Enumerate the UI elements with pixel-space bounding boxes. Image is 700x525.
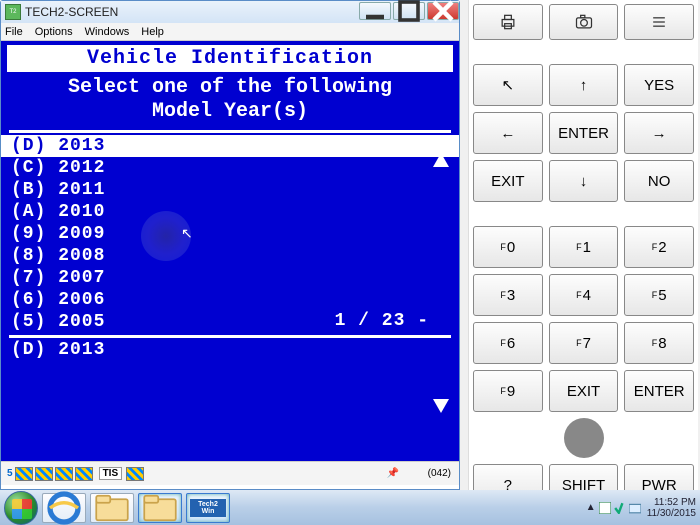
clock-time: 11:52 PM bbox=[647, 497, 696, 508]
joystick-icon[interactable] bbox=[564, 418, 604, 458]
start-button[interactable] bbox=[4, 491, 38, 525]
left-button[interactable]: ← bbox=[473, 112, 543, 154]
f1-button[interactable]: F1 bbox=[549, 226, 619, 268]
f-enter-button[interactable]: ENTER bbox=[624, 370, 694, 412]
f6-button[interactable]: F6 bbox=[473, 322, 543, 364]
list-button[interactable] bbox=[624, 4, 694, 40]
titlebar[interactable]: T2 TECH2-SCREEN bbox=[1, 1, 459, 23]
enter-button[interactable]: ENTER bbox=[549, 112, 619, 154]
app-icon: T2 bbox=[5, 4, 21, 20]
list-item[interactable]: (8) 2008 bbox=[1, 245, 459, 267]
list-item[interactable]: (A) 2010 bbox=[1, 201, 459, 223]
footer-selection: (D) 2013 bbox=[1, 338, 459, 362]
menubar: File Options Windows Help bbox=[1, 23, 459, 41]
f0-button[interactable]: F0 bbox=[473, 226, 543, 268]
menu-windows[interactable]: Windows bbox=[85, 26, 130, 38]
print-button[interactable] bbox=[473, 4, 543, 40]
right-button[interactable]: → bbox=[624, 112, 694, 154]
system-tray[interactable]: ▲ 11:52 PM 11/30/2015 bbox=[586, 497, 696, 519]
minimize-button[interactable] bbox=[359, 2, 391, 20]
menu-options[interactable]: Options bbox=[35, 26, 73, 38]
f4-button[interactable]: F4 bbox=[549, 274, 619, 316]
taskbar-ie-icon[interactable] bbox=[42, 493, 86, 523]
camera-button[interactable] bbox=[549, 4, 619, 40]
scroll-up-icon[interactable] bbox=[433, 153, 449, 167]
exit-button[interactable]: EXIT bbox=[473, 160, 543, 202]
device-screen: Vehicle Identification Select one of the… bbox=[1, 41, 459, 461]
list-item[interactable]: (B) 2011 bbox=[1, 179, 459, 201]
maximize-button[interactable] bbox=[393, 2, 425, 20]
model-year-list: (D) 2013(C) 2012(B) 2011(A) 2010(9) 2009… bbox=[1, 135, 459, 333]
clock-date: 11/30/2015 bbox=[647, 508, 696, 519]
list-item[interactable]: (9) 2009 bbox=[1, 223, 459, 245]
yes-button[interactable]: YES bbox=[624, 64, 694, 106]
f9-button[interactable]: F9 bbox=[473, 370, 543, 412]
tray-flag-icon[interactable]: ▲ bbox=[586, 502, 596, 513]
taskbar-tech2win[interactable]: Tech2 Win bbox=[186, 493, 230, 523]
app-window: T2 TECH2-SCREEN File Options Windows Hel… bbox=[0, 0, 460, 490]
f3-button[interactable]: F3 bbox=[473, 274, 543, 316]
diag-button[interactable]: ↖ bbox=[473, 64, 543, 106]
list-item[interactable]: (C) 2012 bbox=[1, 157, 459, 179]
no-button[interactable]: NO bbox=[624, 160, 694, 202]
keypad: ↖ ↑ YES ← ENTER → EXIT ↓ NO F0 F1 F2 F3 … bbox=[468, 0, 698, 490]
list-item[interactable]: (6) 2006 bbox=[1, 289, 459, 311]
down-button[interactable]: ↓ bbox=[549, 160, 619, 202]
list-item[interactable]: (7) 2007 bbox=[1, 267, 459, 289]
f7-button[interactable]: F7 bbox=[549, 322, 619, 364]
taskbar-explorer-open[interactable] bbox=[138, 493, 182, 523]
list-item[interactable]: (D) 2013 bbox=[1, 135, 459, 157]
up-button[interactable]: ↑ bbox=[549, 64, 619, 106]
taskbar: Tech2 Win ▲ 11:52 PM 11/30/2015 bbox=[0, 490, 700, 525]
scroll-down-icon[interactable] bbox=[433, 399, 449, 413]
screen-subheader: Select one of the following Model Year(s… bbox=[1, 76, 459, 124]
status-count: (042) bbox=[428, 468, 451, 479]
statusbar: 5 TIS 📌 (042) bbox=[1, 461, 459, 485]
f-exit-button[interactable]: EXIT bbox=[549, 370, 619, 412]
f5-button[interactable]: F5 bbox=[624, 274, 694, 316]
f2-button[interactable]: F2 bbox=[624, 226, 694, 268]
menu-file[interactable]: File bbox=[5, 26, 23, 38]
f8-button[interactable]: F8 bbox=[624, 322, 694, 364]
window-title: TECH2-SCREEN bbox=[25, 5, 357, 19]
menu-help[interactable]: Help bbox=[141, 26, 164, 38]
pin-icon[interactable]: 📌 bbox=[387, 468, 399, 479]
screen-header: Vehicle Identification bbox=[7, 45, 453, 72]
close-button[interactable] bbox=[427, 2, 459, 20]
taskbar-explorer-icon[interactable] bbox=[90, 493, 134, 523]
